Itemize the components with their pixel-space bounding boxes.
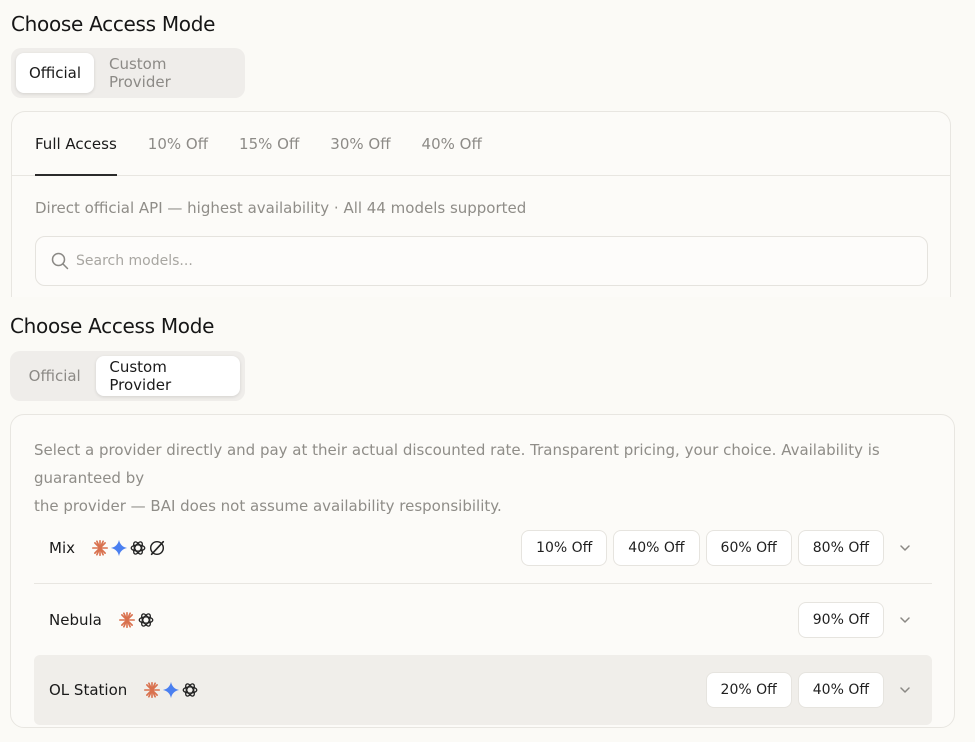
chevron-down-icon[interactable] xyxy=(888,530,922,566)
openai-knot-icon xyxy=(130,540,146,555)
openai-knot-icon xyxy=(182,683,198,697)
gemini-sparkle-icon xyxy=(110,539,128,556)
tab-15-off[interactable]: 15% Off xyxy=(239,112,299,175)
tab-40-off[interactable]: 40% Off xyxy=(422,112,482,175)
discount-chip[interactable]: 80% Off xyxy=(797,529,884,566)
discount-tabs: Full Access 10% Off 15% Off 30% Off 40% … xyxy=(12,112,950,176)
provider-name: OL Station xyxy=(49,681,128,699)
custom-provider-mode-button[interactable]: Custom Provider xyxy=(96,356,240,396)
tab-full-access[interactable]: Full Access xyxy=(35,112,117,176)
discount-chip[interactable]: 10% Off xyxy=(521,529,608,566)
provider-row-ol-station[interactable]: OL Station 20% Off 40% Off xyxy=(34,655,932,725)
claude-starburst-icon xyxy=(118,611,135,629)
official-mode-button[interactable]: Official xyxy=(15,356,94,396)
provider-logos xyxy=(91,539,166,557)
tab-30-off[interactable]: 30% Off xyxy=(330,112,390,175)
official-description: Direct official API — highest availabili… xyxy=(35,199,527,217)
custom-provider-mode-button[interactable]: Custom Provider xyxy=(96,53,240,93)
search-input[interactable] xyxy=(76,253,927,269)
page-title-2: Choose Access Mode xyxy=(10,314,215,338)
discount-chip[interactable]: 40% Off xyxy=(797,672,884,708)
custom-provider-description: Select a provider directly and pay at th… xyxy=(34,436,939,520)
provider-row-nebula[interactable]: Nebula 90% Off xyxy=(34,584,932,656)
discount-options: 20% Off 40% Off xyxy=(705,672,884,708)
chevron-down-icon[interactable] xyxy=(888,672,922,708)
search-icon xyxy=(50,251,70,271)
official-access-card: Full Access 10% Off 15% Off 30% Off 40% … xyxy=(11,111,951,311)
provider-name: Mix xyxy=(49,538,75,557)
openai-knot-icon xyxy=(138,613,154,627)
search-container xyxy=(35,236,928,286)
access-mode-toggle-2: Official Custom Provider xyxy=(10,351,245,401)
description-line-1: Select a provider directly and pay at th… xyxy=(34,441,880,487)
claude-starburst-icon xyxy=(144,681,161,699)
provider-row-mix[interactable]: Mix 10% Off 40% Off 60% Off 80% Off xyxy=(34,512,932,584)
discount-options: 90% Off xyxy=(797,602,884,638)
gemini-sparkle-icon xyxy=(163,681,180,699)
claude-starburst-icon xyxy=(91,539,109,556)
tab-10-off[interactable]: 10% Off xyxy=(148,112,208,175)
grok-slash-icon xyxy=(149,540,165,555)
provider-logos xyxy=(118,611,155,629)
discount-chip[interactable]: 60% Off xyxy=(705,529,792,566)
official-mode-button[interactable]: Official xyxy=(16,53,94,93)
discount-chip[interactable]: 40% Off xyxy=(613,529,700,566)
discount-options: 10% Off 40% Off 60% Off 80% Off xyxy=(521,529,884,566)
custom-provider-card: Select a provider directly and pay at th… xyxy=(10,414,955,728)
chevron-down-icon[interactable] xyxy=(888,602,922,638)
page-title: Choose Access Mode xyxy=(11,12,216,36)
discount-chip[interactable]: 90% Off xyxy=(797,602,884,638)
discount-chip[interactable]: 20% Off xyxy=(705,672,792,708)
provider-logos xyxy=(143,681,199,699)
provider-name: Nebula xyxy=(49,611,102,629)
access-mode-toggle: Official Custom Provider xyxy=(11,48,245,98)
